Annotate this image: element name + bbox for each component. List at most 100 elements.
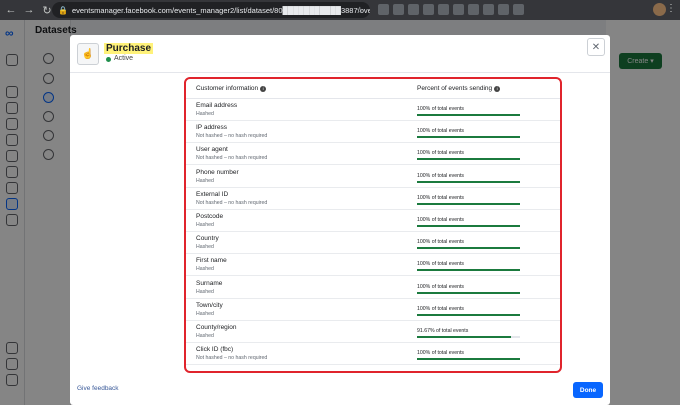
customer-field-name: IP address — [196, 124, 227, 132]
percent-bar-fill — [417, 358, 520, 361]
table-row: Town/city Hashed 100% of total events — [186, 299, 560, 321]
info-icon[interactable]: i — [494, 86, 501, 92]
browser-menu-icon[interactable]: ⋮ — [666, 3, 676, 14]
percent-bar-track — [417, 225, 520, 227]
percent-bar-fill — [417, 202, 520, 205]
percent-label: 91.67% of total events — [417, 328, 469, 334]
extension-icons — [378, 4, 524, 15]
percent-bar-track — [417, 269, 520, 272]
table-row: Phone number Hashed 100% of total events — [186, 166, 560, 188]
hash-status: Hashed — [196, 288, 214, 295]
hash-status: Not hashed – no hash required — [196, 355, 268, 362]
hash-status: Hashed — [196, 310, 214, 317]
dialog-header: ☝ Purchase Active ✕ — [70, 35, 610, 73]
hash-status: Not hashed – no hash required — [196, 199, 268, 206]
customer-info-table: Customer information i Percent of events … — [184, 77, 562, 373]
percent-label: 100% of total events — [417, 217, 465, 223]
hash-status: Hashed — [196, 177, 214, 184]
lock-icon: 🔒 — [58, 5, 68, 15]
table-row: User agent Not hashed – no hash required 1… — [186, 143, 560, 166]
extension-icon[interactable] — [423, 4, 434, 15]
table-row: Email address Hashed 100% of total events — [186, 99, 560, 121]
done-button[interactable]: Done — [573, 382, 603, 398]
customer-field-name: Town/city — [196, 301, 223, 309]
column-header-customer-label: Customer information — [196, 85, 259, 92]
info-icon[interactable]: i — [260, 86, 267, 92]
percent-label: 100% of total events — [417, 172, 465, 179]
percent-label: 100% of total events — [417, 261, 465, 268]
hash-status: Hashed — [196, 111, 214, 117]
customer-field-name: Postcode — [196, 213, 224, 220]
event-details-dialog: ☝ Purchase Active ✕ Customer information… — [70, 35, 610, 405]
back-icon[interactable]: ← — [4, 4, 18, 16]
customer-field-name: Click ID (fbc) — [196, 346, 234, 354]
percent-label: 100% of total events — [417, 150, 465, 157]
profile-avatar[interactable] — [653, 3, 666, 16]
table-row: Postcode Hashed 100% of total events — [186, 210, 560, 232]
table-row: Country Hashed 100% of total events — [186, 232, 560, 255]
hash-status: Hashed — [196, 222, 214, 228]
extension-icon[interactable] — [438, 4, 449, 15]
close-icon: ✕ — [591, 41, 601, 53]
percent-bar-fill — [417, 180, 520, 183]
percent-label: 100% of total events — [417, 106, 465, 112]
percent-label: 100% of total events — [417, 305, 465, 312]
percent-bar-track — [417, 247, 520, 250]
percent-bar-fill — [417, 269, 520, 272]
table-row: Click ID (fbc) Not hashed – no hash requi… — [186, 343, 560, 366]
column-header-percent: Percent of events sending i — [417, 85, 501, 92]
extension-icon[interactable] — [483, 4, 494, 15]
customer-field-name: Email address — [196, 102, 238, 109]
table-row: IP address Not hashed – no hash required 1… — [186, 121, 560, 144]
customer-field-name: Country — [196, 235, 219, 243]
address-bar[interactable]: 🔒 eventsmanager.facebook.com/events_mana… — [52, 2, 370, 18]
hash-status: Not hashed – no hash required — [196, 155, 268, 162]
close-button[interactable]: ✕ — [587, 38, 605, 56]
customer-field-name: User agent — [196, 146, 228, 154]
event-status: Active — [114, 55, 134, 62]
percent-bar-track — [417, 180, 520, 183]
extension-icon[interactable] — [378, 4, 389, 15]
url-text: eventsmanager.facebook.com/events_manage… — [71, 5, 370, 15]
percent-label: 100% of total events — [417, 283, 465, 290]
customer-field-name: First name — [196, 257, 227, 265]
extension-icon[interactable] — [498, 4, 509, 15]
customer-field-name: County/region — [196, 324, 237, 331]
percent-label: 100% of total events — [417, 128, 465, 135]
percent-bar-fill — [417, 336, 512, 338]
status-dot-icon — [106, 57, 111, 62]
give-feedback-link[interactable]: Give feedback — [77, 385, 119, 392]
percent-bar-fill — [417, 114, 520, 116]
extension-icon[interactable] — [513, 4, 524, 15]
table-row: Surname Hashed 100% of total events — [186, 277, 560, 299]
percent-label: 100% of total events — [417, 350, 465, 357]
forward-icon[interactable]: → — [22, 4, 36, 16]
bookmark-star-icon[interactable]: ☆ — [356, 5, 364, 16]
extension-icon[interactable] — [408, 4, 419, 15]
customer-field-name: Phone number — [196, 168, 239, 176]
extension-icon[interactable] — [453, 4, 464, 15]
customer-field-name: Surname — [196, 279, 223, 287]
hash-status: Hashed — [196, 244, 214, 251]
extension-icon[interactable] — [393, 4, 404, 15]
percent-bar-fill — [417, 313, 520, 316]
percent-label: 100% of total events — [417, 239, 465, 246]
percent-bar-track — [417, 136, 520, 139]
percent-bar-fill — [417, 225, 520, 227]
percent-bar-fill — [417, 158, 520, 161]
percent-bar-track — [417, 358, 520, 361]
hash-status: Not hashed – no hash required — [196, 133, 268, 140]
percent-label: 100% of total events — [417, 194, 465, 201]
percent-bar-fill — [417, 291, 520, 294]
percent-bar-track — [417, 202, 520, 205]
purchase-event-icon: ☝ — [77, 43, 99, 65]
table-header: Customer information i Percent of events … — [186, 79, 560, 99]
browser-toolbar: ← → ↻ 🔒 eventsmanager.facebook.com/event… — [0, 0, 680, 20]
percent-bar-fill — [417, 136, 520, 139]
hash-status: Hashed — [196, 333, 214, 339]
percent-bar-track — [417, 158, 520, 161]
table-row: First name Hashed 100% of total events — [186, 254, 560, 277]
percent-bar-track — [417, 336, 520, 338]
event-name: Purchase — [104, 43, 154, 54]
extension-icon[interactable] — [468, 4, 479, 15]
